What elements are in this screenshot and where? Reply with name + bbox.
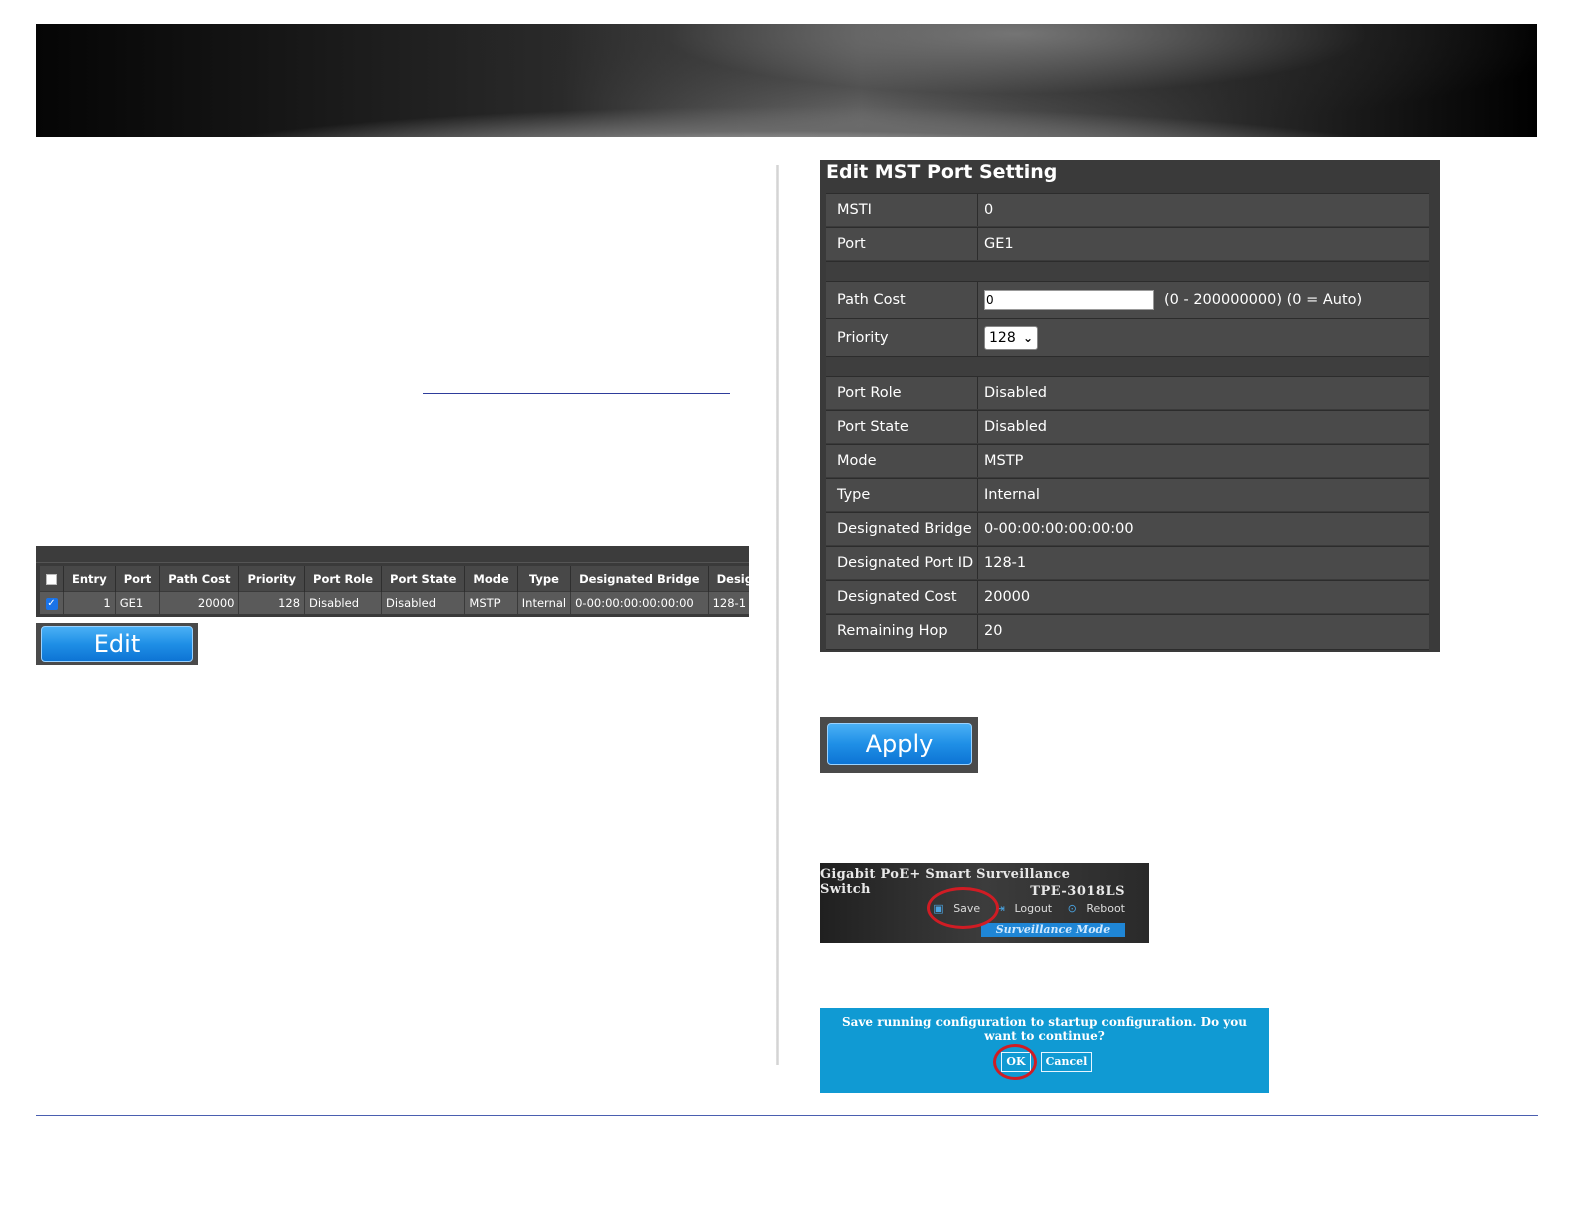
port-state-label: Port State (826, 411, 978, 443)
row-port: Port GE1 (826, 227, 1429, 260)
edit-button[interactable]: Edit (41, 626, 193, 662)
row-designated-bridge: Designated Bridge 0-00:00:00:00:00:00 (826, 512, 1429, 545)
msti-value: 0 (984, 202, 994, 218)
remaining-hop-value: 20 (984, 623, 1003, 639)
col-mode: Mode (464, 566, 518, 592)
port-table-screenshot: Entry Port Path Cost Priority Port Role … (36, 546, 749, 617)
table-header-row: Entry Port Path Cost Priority Port Role … (40, 566, 749, 592)
section-separator (826, 261, 1429, 281)
cell-designated-port: 128-1 (708, 591, 749, 614)
port-role-value: Disabled (984, 385, 1047, 401)
port-role-label: Port Role (826, 377, 978, 409)
msti-label: MSTI (826, 194, 978, 226)
logout-label: Logout (1014, 902, 1053, 915)
apply-button[interactable]: Apply (827, 723, 972, 765)
col-port-role: Port Role (304, 566, 383, 592)
select-all-checkbox[interactable] (40, 566, 64, 592)
designated-bridge-value: 0-00:00:00:00:00:00 (984, 521, 1134, 537)
cell-port: GE1 (115, 591, 161, 614)
row-mode: Mode MSTP (826, 444, 1429, 477)
save-highlight-circle (927, 887, 999, 929)
reboot-link[interactable]: ⊙ Reboot (1062, 902, 1125, 915)
reboot-label: Reboot (1086, 902, 1125, 915)
path-cost-label: Path Cost (826, 282, 978, 318)
row-msti: MSTI 0 (826, 193, 1429, 226)
col-designated-port: Design (708, 566, 749, 592)
col-path-cost: Path Cost (159, 566, 240, 592)
surveillance-mode-button[interactable]: Surveillance Mode (981, 923, 1125, 937)
section-separator (826, 356, 1429, 376)
apply-button-frame: Apply (820, 717, 978, 773)
row-designated-cost: Designated Cost 20000 (826, 580, 1429, 613)
row-priority: Priority 128 ⌄ (826, 318, 1429, 356)
path-cost-input[interactable]: 0 (984, 290, 1154, 310)
designated-cost-value: 20000 (984, 589, 1031, 605)
row-designated-port-id: Designated Port ID 128-1 (826, 546, 1429, 579)
cell-path-cost: 20000 (159, 591, 240, 614)
row-path-cost: Path Cost 0 (0 - 200000000) (0 = Auto) (826, 281, 1429, 318)
chevron-down-icon: ⌄ (1022, 331, 1033, 345)
table-toolbar (36, 546, 749, 563)
designated-bridge-label: Designated Bridge (826, 513, 978, 545)
row-port-state: Port State Disabled (826, 410, 1429, 443)
designated-port-id-label: Designated Port ID (826, 547, 978, 579)
port-value: GE1 (984, 236, 1014, 252)
cell-mode: MSTP (464, 591, 518, 614)
dialog-message: Save running configuration to startup co… (842, 1015, 1247, 1043)
logout-link[interactable]: ⇥ Logout (990, 902, 1052, 915)
edit-button-frame: Edit (36, 623, 198, 665)
cell-port-state: Disabled (381, 591, 466, 614)
table-row[interactable]: ✓ 1 GE1 20000 128 Disabled Disabled MSTP… (40, 591, 749, 614)
priority-label: Priority (826, 319, 978, 356)
hyperlink-underline[interactable] (423, 393, 730, 394)
panel-title: Edit MST Port Setting (826, 161, 1058, 183)
col-priority: Priority (238, 566, 306, 592)
cell-port-role: Disabled (304, 591, 383, 614)
port-table: Entry Port Path Cost Priority Port Role … (40, 566, 749, 614)
row-type: Type Internal (826, 478, 1429, 511)
reboot-icon: ⊙ (1067, 902, 1077, 915)
col-port: Port (115, 566, 161, 592)
port-state-value: Disabled (984, 419, 1047, 435)
path-cost-range-hint: (0 - 200000000) (0 = Auto) (1164, 292, 1363, 308)
remaining-hop-label: Remaining Hop (826, 615, 978, 649)
port-label: Port (826, 228, 978, 260)
header-banner (36, 24, 1537, 137)
row-checkbox[interactable]: ✓ (40, 591, 64, 614)
ok-highlight-circle (993, 1044, 1037, 1080)
footer-rule (36, 1115, 1538, 1116)
cell-priority: 128 (238, 591, 306, 614)
edit-mst-port-setting-panel: Edit MST Port Setting MSTI 0 Port GE1 Pa… (820, 160, 1440, 652)
priority-selected-value: 128 (989, 330, 1016, 346)
designated-cost-label: Designated Cost (826, 581, 978, 613)
col-port-state: Port State (381, 566, 466, 592)
row-remaining-hop: Remaining Hop 20 (826, 614, 1429, 650)
col-entry: Entry (63, 566, 116, 592)
priority-select[interactable]: 128 ⌄ (984, 326, 1038, 350)
col-type: Type (517, 566, 572, 592)
col-designated-bridge: Designated Bridge (570, 566, 709, 592)
cancel-button[interactable]: Cancel (1041, 1052, 1092, 1072)
cell-type: Internal (517, 591, 572, 614)
cell-entry: 1 (63, 591, 116, 614)
save-confirm-dialog: Save running configuration to startup co… (820, 1008, 1269, 1093)
designated-port-id-value: 128-1 (984, 555, 1027, 571)
type-value: Internal (984, 487, 1040, 503)
mode-label: Mode (826, 445, 978, 477)
column-divider (776, 165, 779, 1065)
cell-designated-bridge: 0-00:00:00:00:00:00 (570, 591, 709, 614)
model-name: TPE-3018LS (1030, 884, 1125, 899)
row-port-role: Port Role Disabled (826, 376, 1429, 409)
type-label: Type (826, 479, 978, 511)
mode-value: MSTP (984, 453, 1024, 469)
